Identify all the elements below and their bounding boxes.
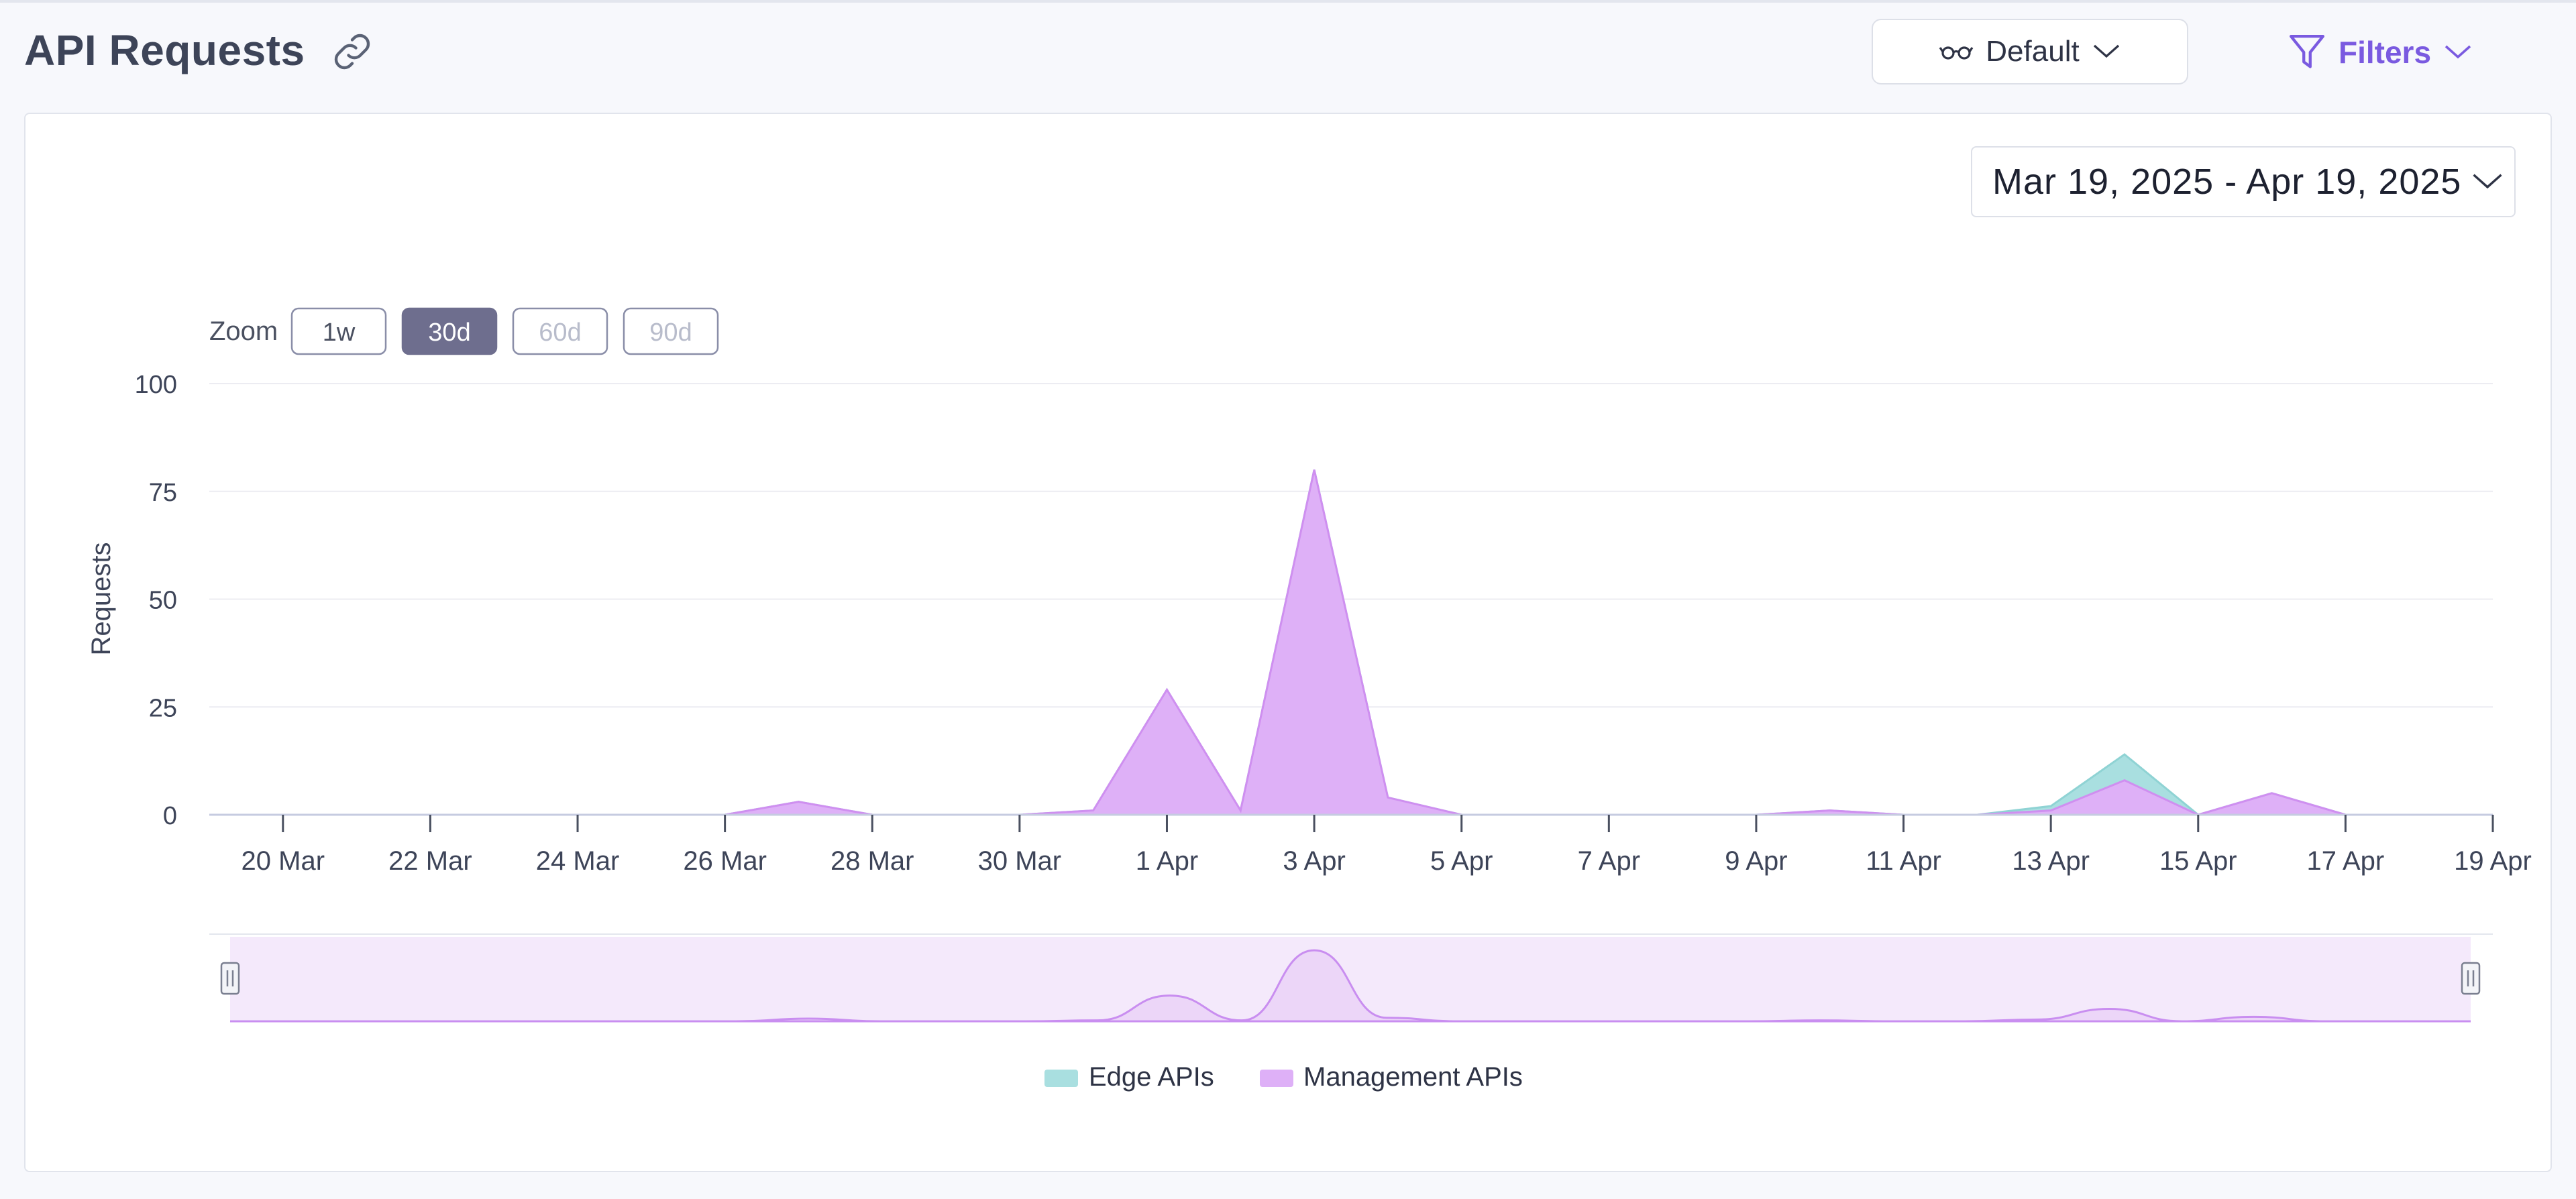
y-tick-label: 25 — [149, 694, 177, 722]
navigator-handle-right[interactable] — [2461, 962, 2481, 995]
x-tick-label: 13 Apr — [2012, 846, 2090, 876]
zoom-button-label: 60d — [539, 319, 581, 347]
x-tick-label: 26 Mar — [683, 846, 767, 876]
y-axis-label: Requests — [87, 543, 116, 656]
legend-swatch[interactable] — [1044, 1070, 1078, 1087]
x-tick-label: 28 Mar — [830, 846, 914, 876]
series-area-management-apis — [282, 469, 2493, 815]
y-tick-label: 100 — [135, 371, 177, 399]
x-tick-label: 9 Apr — [1725, 846, 1787, 876]
x-tick-label: 24 Mar — [536, 846, 620, 876]
x-tick-label: 7 Apr — [1578, 846, 1640, 876]
x-tick-label: 11 Apr — [1866, 846, 1941, 876]
zoom-button-label: 90d — [649, 319, 692, 347]
x-tick-label: 19 Apr — [2454, 846, 2532, 876]
series-area-edge-apis — [282, 469, 2493, 815]
zoom-button-label: 30d — [428, 319, 470, 347]
x-tick-label: 22 Mar — [388, 846, 472, 876]
x-tick-label: 15 Apr — [2159, 846, 2237, 876]
x-tick-label: 20 Mar — [241, 846, 325, 876]
zoom-button-label: 1w — [323, 319, 356, 347]
navigator-handle-left[interactable] — [220, 962, 240, 995]
y-tick-label: 0 — [163, 802, 177, 830]
legend-item-label[interactable]: Management APIs — [1303, 1062, 1523, 1092]
requests-chart: Zoom 1w 30d 60d 90d 0 25 50 75 100 Requests 20 Mar 2… — [87, 307, 2532, 1092]
x-tick-label: 1 Apr — [1136, 846, 1198, 876]
y-tick-label: 75 — [149, 479, 177, 507]
zoom-label: Zoom — [209, 317, 278, 346]
series-line-management-apis — [282, 469, 2493, 816]
legend-swatch[interactable] — [1260, 1070, 1293, 1087]
x-tick-label: 17 Apr — [2307, 846, 2385, 876]
legend-item-label[interactable]: Edge APIs — [1089, 1062, 1214, 1092]
x-tick-label: 3 Apr — [1283, 846, 1345, 876]
x-tick-label: 30 Mar — [978, 846, 1062, 876]
series-line-edge-apis — [282, 469, 2493, 816]
x-tick-label: 5 Apr — [1430, 846, 1493, 876]
y-tick-label: 50 — [149, 587, 177, 615]
